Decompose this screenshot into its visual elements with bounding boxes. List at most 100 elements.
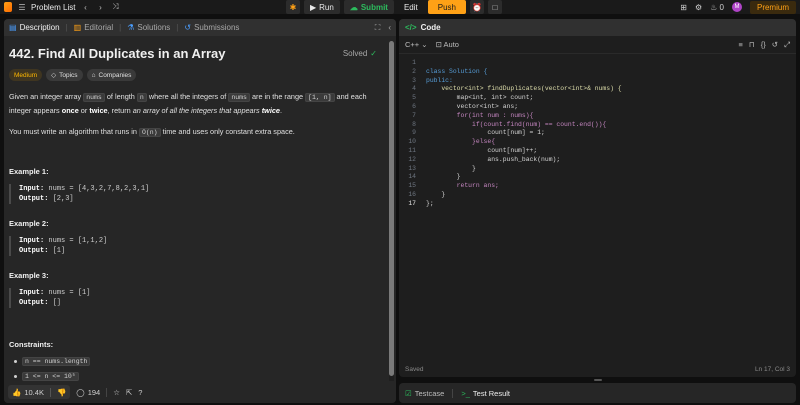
edit-button[interactable]: Edit: [398, 0, 424, 14]
push-label: Push: [437, 2, 456, 12]
book-icon: ▥: [73, 23, 82, 32]
tab-description-label: Description: [19, 23, 60, 32]
check-circle-icon: ✓: [370, 48, 377, 58]
description-tabs: ▤ Description | ▥ Editorial | ⚗ Solution…: [4, 19, 396, 36]
star-icon[interactable]: ☆: [113, 388, 120, 397]
description-footer: 👍 10.4K 👎 ◯ 194 ☆ ⇱ ?: [4, 381, 396, 403]
output-value: [1]: [52, 247, 66, 255]
reset-icon[interactable]: ↺: [772, 40, 778, 50]
code-line: 5 map<int, int> count;: [399, 94, 796, 103]
scrollbar-thumb[interactable]: [389, 41, 394, 376]
tab-solutions-label: Solutions: [137, 23, 171, 32]
bookmark-icon[interactable]: ⊓: [749, 40, 755, 50]
tab-testcase[interactable]: ☑ Testcase: [405, 389, 444, 398]
tab-editorial-label: Editorial: [84, 23, 114, 32]
code-panel-header: </> Code: [399, 19, 796, 36]
expand-icon[interactable]: ⛶: [375, 23, 381, 33]
grid-icon[interactable]: ⊞: [680, 3, 687, 12]
constraints-list: n == nums.length 1 <= n <= 10⁵: [9, 357, 383, 381]
line-number: 1: [412, 59, 416, 66]
problem-title[interactable]: 442. Find All Duplicates in an Array: [9, 46, 226, 61]
code-text: vector<int> findDuplicates(vector<int>& …: [426, 85, 622, 93]
line-number: 8: [412, 120, 416, 128]
save-status: Saved: [405, 366, 424, 373]
description-panel: ▤ Description | ▥ Editorial | ⚗ Solution…: [4, 19, 396, 403]
difficulty-badge[interactable]: Medium: [9, 69, 43, 81]
divider: [106, 387, 108, 397]
code-text: }: [426, 190, 446, 198]
code-text: count[num] = 1;: [426, 129, 545, 137]
code-text: if(count.find(num) == count.end()){: [426, 120, 607, 128]
tag-icon: ◇: [51, 72, 57, 79]
output-value: [2,3]: [52, 195, 74, 203]
code-text: }: [426, 173, 461, 181]
desc-text: , return: [107, 106, 133, 115]
companies-tag[interactable]: ⌂ Companies: [86, 69, 137, 81]
submit-button[interactable]: ☁ Submit: [343, 0, 394, 14]
code-panel: </> Code C++ ⌄ ⊡ Auto ≡ ⊓ {} ↺ ⤢ 1 2 clas…: [399, 19, 796, 377]
line-number: 12: [408, 155, 416, 163]
panel-resize-handle[interactable]: [594, 379, 602, 381]
line-number: 5: [412, 94, 416, 102]
description-scrollbar[interactable]: [389, 41, 394, 391]
premium-button[interactable]: Premium: [749, 0, 796, 14]
code-line: 2 class Solution {: [399, 68, 796, 77]
desc-bold-italic: twice: [261, 106, 280, 115]
lock-icon: ⊡: [435, 40, 442, 49]
code-line: 7 for(int num : nums){: [399, 112, 796, 121]
document-icon: ▤: [9, 23, 17, 32]
topics-tag[interactable]: ◇ Topics: [46, 69, 83, 81]
thumbs-up-icon[interactable]: 👍: [12, 388, 21, 397]
flask-icon: ⚗: [127, 23, 135, 32]
layout-button[interactable]: □: [487, 0, 502, 14]
desc-text: Given an integer array: [9, 92, 84, 101]
debug-button[interactable]: ✱: [286, 0, 300, 14]
comments-button[interactable]: ◯ 194: [76, 388, 100, 397]
coins-counter[interactable]: ♨ 0: [710, 3, 724, 12]
language-label: C++: [405, 40, 420, 49]
leetcode-logo[interactable]: [4, 2, 12, 12]
code-nums: nums: [228, 93, 250, 102]
tab-editorial[interactable]: ▥ Editorial: [74, 23, 113, 32]
code-text: for(int num : nums){: [426, 111, 534, 119]
chevron-down-icon: ⌄: [421, 40, 428, 49]
format-icon[interactable]: ≡: [738, 40, 742, 50]
code-n: n: [136, 93, 147, 102]
prev-problem-icon[interactable]: ‹: [80, 3, 90, 12]
braces-icon[interactable]: {}: [761, 40, 766, 50]
next-problem-icon[interactable]: ›: [95, 3, 105, 12]
code-text: };: [426, 199, 434, 207]
gear-icon[interactable]: ⚙: [695, 3, 702, 12]
thumbs-down-icon[interactable]: 👎: [57, 388, 66, 397]
line-number: 7: [412, 111, 416, 119]
code-text: class Solution {: [426, 67, 488, 75]
share-icon[interactable]: ⇱: [126, 388, 132, 397]
tab-solutions[interactable]: ⚗ Solutions: [127, 23, 170, 32]
avatar[interactable]: M: [731, 2, 742, 12]
collapse-chevron-icon[interactable]: ‹: [388, 23, 391, 33]
run-button[interactable]: ▶ Run: [304, 0, 340, 14]
line-number: 13: [408, 164, 416, 172]
like-count: 10.4K: [24, 387, 44, 397]
line-number: 14: [408, 173, 416, 181]
code-text: map<int, int> count;: [426, 94, 534, 102]
bullet: [14, 360, 17, 363]
code-editor[interactable]: 1 2 class Solution { 3 public: 4 vector<in…: [399, 59, 796, 359]
like-dislike-group: 👍 10.4K 👎: [8, 385, 71, 399]
auto-mode-toggle[interactable]: ⊡ Auto: [436, 40, 459, 49]
line-number: 16: [408, 190, 416, 198]
timer-button[interactable]: ⏰: [469, 0, 484, 14]
fullscreen-icon[interactable]: ⤢: [784, 40, 790, 50]
problem-list-button[interactable]: ☰ Problem List: [17, 3, 75, 12]
tab-submissions[interactable]: ↺ Submissions: [184, 23, 239, 32]
tab-test-result[interactable]: >_ Test Result: [461, 389, 510, 398]
shuffle-icon[interactable]: ⤨: [110, 2, 120, 12]
desc-text: or: [78, 106, 90, 115]
tab-description[interactable]: ▤ Description: [9, 23, 60, 32]
solved-label: Solved: [342, 48, 368, 58]
language-select[interactable]: C++ ⌄: [405, 40, 428, 49]
help-icon[interactable]: ?: [138, 388, 142, 397]
list-item: 1 <= n <= 10⁵: [14, 372, 383, 381]
code-line: 9 count[num] = 1;: [399, 129, 796, 138]
push-button[interactable]: Push: [427, 0, 466, 14]
